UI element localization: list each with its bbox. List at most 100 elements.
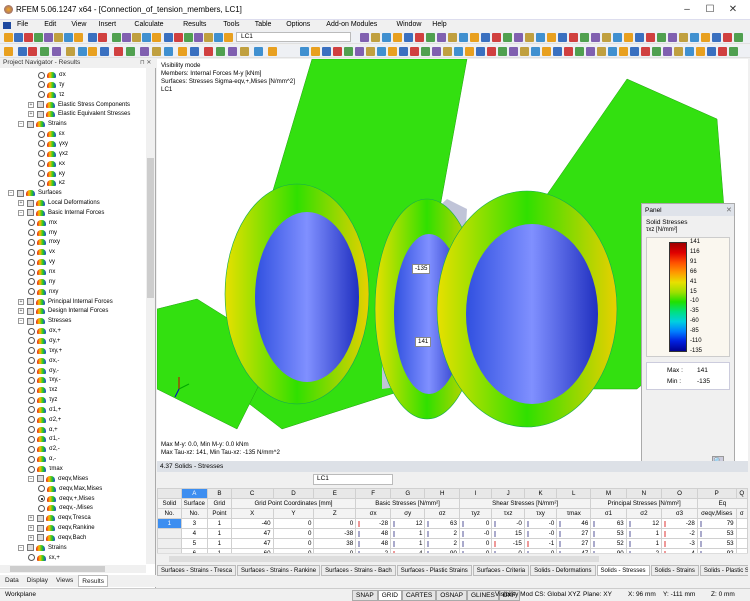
- radio-button[interactable]: [28, 238, 35, 246]
- table-hscrollbar[interactable]: [157, 553, 748, 563]
- checkbox[interactable]: [27, 199, 34, 207]
- table-cell[interactable]: 79: [696, 518, 737, 529]
- column-letter[interactable]: L: [556, 488, 592, 499]
- toolbar-icon[interactable]: [78, 47, 87, 56]
- toolbar-icon[interactable]: [531, 47, 540, 56]
- tree-item[interactable]: nx: [28, 267, 55, 277]
- radio-button[interactable]: [38, 160, 45, 168]
- table-cell[interactable]: 1: [207, 528, 232, 539]
- radio-button[interactable]: [38, 91, 45, 99]
- toolbar-icon[interactable]: [696, 47, 705, 56]
- table-cell[interactable]: 2: [424, 538, 460, 549]
- table-cell[interactable]: 1: [157, 518, 182, 529]
- toolbar-icon[interactable]: [126, 47, 135, 56]
- toolbar-icon[interactable]: [194, 33, 203, 42]
- table-cell[interactable]: 1: [207, 538, 232, 549]
- toolbar-icon[interactable]: [254, 47, 263, 56]
- table-cell[interactable]: 1: [625, 528, 663, 539]
- table-cell[interactable]: 27: [556, 528, 592, 539]
- tree-item[interactable]: σeqv,Max,Mises: [38, 484, 102, 494]
- menu-tools[interactable]: Tools: [223, 21, 239, 28]
- radio-button[interactable]: [28, 376, 35, 384]
- toolbar-icon[interactable]: [14, 33, 23, 42]
- table-row[interactable]: 4 1 47 0 -38 48 1 2 -0 15 -0 27 53 1 -2 53: [157, 528, 749, 539]
- toolbar-icon[interactable]: [132, 33, 141, 42]
- maximize-button[interactable]: ☐: [703, 4, 717, 15]
- menu-results[interactable]: Results: [183, 21, 206, 28]
- expand-icon[interactable]: +: [18, 298, 24, 305]
- tree-item[interactable]: σy,-: [28, 366, 59, 376]
- radio-button[interactable]: [28, 465, 35, 473]
- toolbar-icon[interactable]: [371, 33, 380, 42]
- table-cell[interactable]: -28: [661, 518, 698, 529]
- toolbar-icon[interactable]: [520, 47, 529, 56]
- table-cell[interactable]: 0: [272, 538, 315, 549]
- toolbar-icon[interactable]: [668, 33, 677, 42]
- toolbar-icon[interactable]: [553, 47, 562, 56]
- checkbox[interactable]: [37, 475, 44, 483]
- status-toggle-cartes[interactable]: CARTES: [401, 590, 437, 601]
- column-letter[interactable]: O: [661, 488, 698, 499]
- column-letter[interactable]: Q: [735, 488, 749, 499]
- table-tab[interactable]: Surfaces - Strains - Tresca: [157, 565, 237, 576]
- menu-window[interactable]: Window: [397, 21, 422, 28]
- column-letter[interactable]: J: [491, 488, 525, 499]
- toolbar-icon[interactable]: [322, 47, 331, 56]
- column-letter[interactable]: G: [390, 488, 426, 499]
- toolbar-icon[interactable]: [24, 33, 33, 42]
- expand-icon[interactable]: +: [28, 525, 34, 532]
- minimize-button[interactable]: –: [680, 4, 694, 15]
- table-tab[interactable]: Surfaces - Strains - Bach: [321, 565, 396, 576]
- nav-tab-display[interactable]: Display: [24, 575, 51, 587]
- toolbar-icon[interactable]: [646, 33, 655, 42]
- table-cell[interactable]: 63: [590, 518, 627, 529]
- toolbar-icon[interactable]: [404, 33, 413, 42]
- toolbar-icon[interactable]: [360, 33, 369, 42]
- toolbar-icon[interactable]: [366, 47, 375, 56]
- tree-item[interactable]: σ2,+: [28, 415, 61, 425]
- toolbar-icon[interactable]: [268, 47, 277, 56]
- toolbar-icon[interactable]: [569, 33, 578, 42]
- menu-insert[interactable]: Insert: [99, 21, 117, 28]
- toolbar-icon[interactable]: [333, 47, 342, 56]
- toolbar-icon[interactable]: [204, 47, 213, 56]
- checkbox[interactable]: [27, 120, 34, 128]
- close-button[interactable]: ✕: [726, 4, 740, 15]
- table-cell[interactable]: 27: [556, 538, 592, 549]
- radio-button[interactable]: [28, 258, 35, 266]
- tree-item[interactable]: κx: [38, 159, 65, 169]
- toolbar-icon[interactable]: [608, 47, 617, 56]
- toolbar-icon[interactable]: [74, 33, 83, 42]
- tree-item[interactable]: vx: [28, 247, 55, 257]
- status-toggle-osnap[interactable]: OSNAP: [436, 590, 467, 601]
- tree-item[interactable]: σeqv,+,Mises: [38, 494, 94, 504]
- tree-item[interactable]: my: [28, 228, 57, 238]
- toolbar-icon[interactable]: [18, 47, 27, 56]
- radio-button[interactable]: [38, 81, 45, 89]
- toolbar-icon[interactable]: [613, 33, 622, 42]
- tree-item[interactable]: γxz: [38, 149, 68, 159]
- toolbar-icon[interactable]: [509, 47, 518, 56]
- column-letter[interactable]: A: [180, 488, 209, 499]
- toolbar-icon[interactable]: [619, 47, 628, 56]
- radio-button[interactable]: [38, 150, 45, 158]
- toolbar-icon[interactable]: [164, 33, 173, 42]
- toolbar-icon[interactable]: [542, 47, 551, 56]
- toolbar-icon[interactable]: [575, 47, 584, 56]
- toolbar-icon[interactable]: [558, 33, 567, 42]
- table-cell[interactable]: 12: [390, 518, 426, 529]
- tree-item[interactable]: σ1,-: [28, 434, 60, 444]
- toolbar-icon[interactable]: [240, 47, 249, 56]
- toolbar-icon[interactable]: [164, 47, 173, 56]
- toolbar-icon[interactable]: [66, 47, 75, 56]
- toolbar-icon[interactable]: [228, 47, 237, 56]
- table-row[interactable]: 1 3 1 -40 0 0 -28 12 63 0 -0 -0 46 63 12 -28 79: [157, 518, 749, 529]
- radio-button[interactable]: [38, 504, 45, 512]
- table-cell[interactable]: -1: [523, 538, 558, 549]
- status-toggle-grid[interactable]: GRID: [377, 590, 402, 601]
- toolbar-icon[interactable]: [487, 47, 496, 56]
- expand-icon[interactable]: +: [28, 515, 34, 522]
- radio-button[interactable]: [28, 268, 35, 276]
- toolbar-icon[interactable]: [503, 33, 512, 42]
- toolbar-icon[interactable]: [635, 33, 644, 42]
